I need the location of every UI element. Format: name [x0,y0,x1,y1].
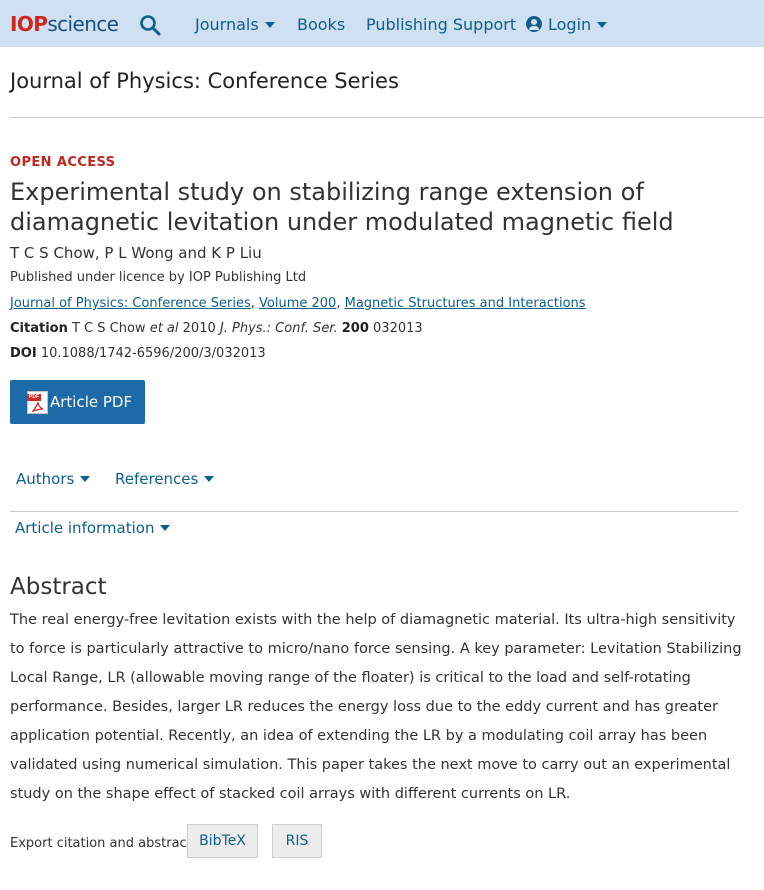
breadcrumb-section-link[interactable]: Magnetic Structures and Interactions [345,296,586,311]
nav-books-label: Books [297,15,346,34]
user-icon [526,16,542,32]
acrobat-swirl-icon [32,401,44,412]
breadcrumb-separator: , [250,296,255,311]
citation-number: 032013 [373,321,423,336]
article-authors: T C S Chow, P L Wong and K P Liu [10,244,262,262]
doi-value[interactable]: 10.1088/1742-6596/200/3/032013 [41,346,266,361]
breadcrumb-volume-link[interactable]: Volume 200 [259,296,336,311]
nav-publishing-support-link[interactable]: Publishing Support [366,15,516,35]
nav-books-link[interactable]: Books [297,15,345,35]
doi-line: DOI 10.1088/1742-6596/200/3/032013 [10,346,266,362]
article-information-label: Article information [15,519,155,537]
references-section-toggle[interactable]: References [115,470,215,488]
references-section-label: References [115,470,199,488]
chevron-down-icon [204,475,215,482]
nav-login-menu[interactable]: Login [526,15,608,35]
logo-science-text: science [47,12,119,36]
chevron-down-icon [80,475,91,482]
doi-label: DOI [10,346,37,361]
breadcrumb-journal-link[interactable]: Journal of Physics: Conference Series [10,296,251,311]
citation-label: Citation [10,321,68,336]
citation-volume: 200 [341,321,369,336]
citation-journal: J. Phys.: Conf. Ser. [219,321,338,336]
export-ris-button[interactable]: RIS [272,824,322,858]
pdf-file-icon: PDF [27,391,48,414]
citation-etal: et al [149,321,179,336]
top-navigation-bar: IOPscience Journals Books Publishing Sup… [0,0,764,47]
article-pdf-label: Article PDF [50,393,133,411]
breadcrumb-separator: , [336,296,341,311]
abstract-heading: Abstract [10,574,107,600]
pdf-icon-tag: PDF [27,394,41,401]
export-bibtex-button[interactable]: BibTeX [187,824,258,858]
chevron-down-icon [160,524,171,531]
chevron-down-icon [597,21,608,28]
nav-publishing-support-label: Publishing Support [366,15,517,34]
article-title: Experimental study on stabilizing range … [10,178,674,236]
citation-line: Citation T C S Chow et al 2010 J. Phys.:… [10,321,423,337]
abstract-text: The real energy-free levitation exists w… [10,612,742,802]
citation-authors: T C S Chow [71,321,146,336]
header-divider [10,117,764,118]
nav-login-label: Login [548,15,592,34]
journal-title[interactable]: Journal of Physics: Conference Series [10,68,399,94]
search-icon[interactable] [139,14,161,36]
open-access-badge: OPEN ACCESS [10,155,116,170]
section-divider [10,511,738,512]
authors-section-label: Authors [16,470,75,488]
authors-section-toggle[interactable]: Authors [16,470,91,488]
article-information-toggle[interactable]: Article information [15,519,171,537]
article-pdf-button[interactable]: PDF Article PDF [10,380,145,424]
licence-statement: Published under licence by IOP Publishin… [10,270,307,285]
logo-iop-text: IOP [10,12,48,36]
nav-journals-menu[interactable]: Journals [195,15,275,35]
breadcrumb: Journal of Physics: Conference Series, V… [10,296,586,312]
citation-year: 2010 [182,321,216,336]
nav-journals-label: Journals [195,15,259,34]
iopscience-logo[interactable]: IOPscience [10,12,119,36]
chevron-down-icon [264,21,275,28]
export-citation-label: Export citation and abstract [10,836,192,851]
